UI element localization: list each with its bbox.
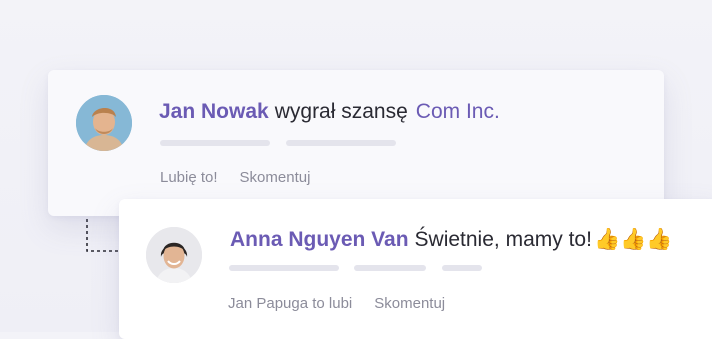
placeholder-bar [354,265,426,271]
person-avatar-icon [76,95,132,151]
post-actions: Lubię to! Skomentuj [160,169,332,186]
post-company-link[interactable]: Com Inc. [416,100,500,123]
placeholder-bar [442,265,482,271]
post-author-link[interactable]: Jan Nowak [159,100,269,123]
reply-headline: Anna Nguyen Van Świetnie, mamy to!👍👍👍 [230,228,672,252]
post-verb: wygrał szansę [274,100,408,123]
placeholder-bar [286,140,396,146]
activity-post-card: Jan Nowak wygrał szansę Com Inc. Lubię to!… [48,70,664,216]
like-button[interactable]: Lubię to! [160,169,218,186]
comment-button[interactable]: Skomentuj [374,295,445,312]
liked-by-link[interactable]: Jan Papuga to lubi [228,295,352,312]
placeholder-bar [229,265,339,271]
avatar-jan-nowak[interactable] [76,95,132,151]
comment-button[interactable]: Skomentuj [240,169,311,186]
post-headline: Jan Nowak wygrał szansę Com Inc. [159,100,500,124]
placeholder-bar [160,140,270,146]
reply-author-link[interactable]: Anna Nguyen Van [230,228,409,251]
thumbs-up-emoji-icon: 👍👍👍 [593,228,673,251]
reply-actions: Jan Papuga to lubi Skomentuj [228,295,467,312]
reply-text: Świetnie, mamy to! [414,228,592,251]
person-avatar-icon [146,227,202,283]
reply-card: Anna Nguyen Van Świetnie, mamy to!👍👍👍 Jan… [119,199,712,339]
avatar-anna-nguyen-van[interactable] [146,227,202,283]
